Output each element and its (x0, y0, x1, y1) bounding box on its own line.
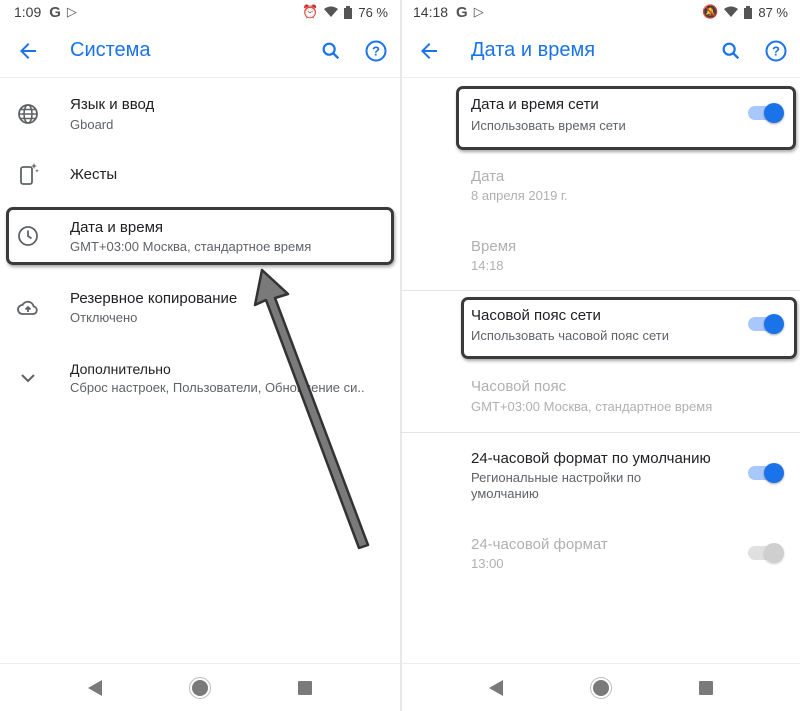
settings-item-title: Резервное копирование (70, 290, 238, 307)
nav-recents-button[interactable] (298, 680, 312, 695)
network-time-toggle[interactable] (748, 103, 784, 123)
settings-item-subtitle: Сброс настроек, Пользователи, Обновление… (70, 380, 365, 395)
settings-item-subtitle: Использовать время сети (471, 118, 626, 133)
page-title: Система (70, 39, 151, 61)
clock-icon (18, 226, 38, 246)
help-icon[interactable]: ? (364, 39, 388, 63)
network-timezone-toggle[interactable] (748, 314, 784, 334)
wifi-icon (324, 6, 339, 17)
help-icon[interactable]: ? (764, 39, 788, 63)
settings-item-backup[interactable]: Резервное копирование Отключено (0, 284, 400, 334)
google-icon: G (49, 3, 61, 21)
system-settings-screen: 1:09 G ▷ ⏰ 76 % Система ? Язык и ввод Gb… (0, 0, 400, 711)
24h-format-toggle (748, 543, 784, 563)
search-icon[interactable] (320, 40, 342, 62)
nav-home-button[interactable] (192, 679, 208, 696)
battery-percent: 87 % (758, 4, 788, 20)
settings-item-network-timezone[interactable]: Часовой пояс сети Использовать часовой п… (401, 303, 800, 353)
settings-item-date: Дата 8 апреля 2019 г. (401, 164, 800, 214)
settings-item-title: 24-часовой формат (471, 536, 608, 553)
nav-recents-button[interactable] (698, 680, 713, 695)
settings-item-subtitle-line2: умолчанию (471, 486, 539, 501)
navigation-bar (0, 663, 400, 711)
settings-item-date-time[interactable]: Дата и время GMT+03:00 Москва, стандартн… (0, 212, 400, 262)
navigation-bar (401, 663, 800, 711)
status-bar: 1:09 G ▷ ⏰ 76 % (0, 0, 400, 24)
settings-item-subtitle: 14:18 (471, 258, 504, 273)
settings-item-subtitle: Использовать часовой пояс сети (471, 328, 669, 343)
search-icon[interactable] (720, 40, 742, 62)
settings-item-subtitle: GMT+03:00 Москва, стандартное время (471, 399, 713, 414)
settings-item-title: Жесты (70, 166, 118, 183)
app-bar: Дата и время ? (401, 24, 800, 78)
gestures-icon (20, 163, 39, 185)
settings-item-gestures[interactable]: Жесты (0, 160, 400, 200)
settings-item-timezone: Часовой пояс GMT+03:00 Москва, стандартн… (401, 376, 800, 426)
wifi-icon (724, 6, 739, 17)
status-time: 1:09 (14, 4, 42, 20)
app-bar: Система ? (0, 24, 400, 78)
annotation-arrow (253, 268, 370, 550)
settings-item-subtitle: Gboard (70, 117, 114, 132)
settings-item-subtitle: Отключено (70, 310, 138, 325)
nav-back-button[interactable] (88, 679, 102, 696)
page-title: Дата и время (471, 39, 596, 61)
settings-item-title: Дополнительно (70, 361, 171, 377)
settings-item-24h-format: 24-часовой формат 13:00 (401, 532, 800, 582)
settings-item-subtitle-line1: Региональные настройки по (471, 470, 642, 485)
back-arrow-icon[interactable] (16, 39, 40, 63)
play-store-icon: ▷ (66, 4, 77, 19)
settings-item-title: Язык и ввод (70, 96, 155, 113)
settings-item-subtitle: 8 апреля 2019 г. (471, 188, 568, 203)
globe-icon (18, 104, 38, 124)
settings-item-language[interactable]: Язык и ввод Gboard (0, 90, 400, 140)
svg-text:?: ? (772, 43, 780, 58)
settings-item-title: Дата и время (70, 219, 164, 236)
date-time-settings-screen: 14:18 G ▷ 🔕 87 % Дата и время ? Дата и в… (401, 0, 800, 711)
settings-item-time: Время 14:18 (401, 234, 800, 284)
back-arrow-icon[interactable] (417, 39, 441, 63)
chevron-down-icon (21, 374, 35, 383)
battery-percent: 76 % (358, 4, 388, 20)
settings-item-title: Дата (471, 168, 505, 185)
settings-item-subtitle: 13:00 (471, 556, 504, 571)
settings-item-advanced[interactable]: Дополнительно Сброс настроек, Пользовате… (0, 356, 400, 406)
alarm-icon: ⏰ (302, 4, 319, 19)
notifications-off-icon: 🔕 (702, 4, 719, 19)
battery-icon (744, 5, 753, 19)
section-divider (401, 432, 800, 433)
nav-home-button[interactable] (592, 679, 609, 696)
google-icon: G (456, 3, 468, 21)
settings-item-title: 24-часовой формат по умолчанию (471, 450, 711, 467)
24h-default-toggle[interactable] (748, 463, 784, 483)
svg-text:?: ? (372, 43, 380, 58)
settings-item-subtitle: GMT+03:00 Москва, стандартное время (70, 239, 312, 254)
settings-item-title: Дата и время сети (471, 96, 599, 113)
settings-item-title: Время (471, 238, 517, 255)
nav-back-button[interactable] (488, 679, 503, 696)
section-divider (401, 290, 800, 291)
backup-icon (17, 300, 38, 315)
settings-item-network-time[interactable]: Дата и время сети Использовать время сет… (401, 92, 800, 144)
status-bar: 14:18 G ▷ 🔕 87 % (401, 0, 800, 24)
play-store-icon: ▷ (473, 4, 484, 19)
settings-item-title: Часовой пояс сети (471, 307, 601, 324)
status-time: 14:18 (413, 4, 449, 20)
battery-icon (344, 5, 353, 19)
settings-item-24h-default[interactable]: 24-часовой формат по умолчанию Региональ… (401, 446, 800, 510)
settings-item-title: Часовой пояс (471, 378, 567, 395)
